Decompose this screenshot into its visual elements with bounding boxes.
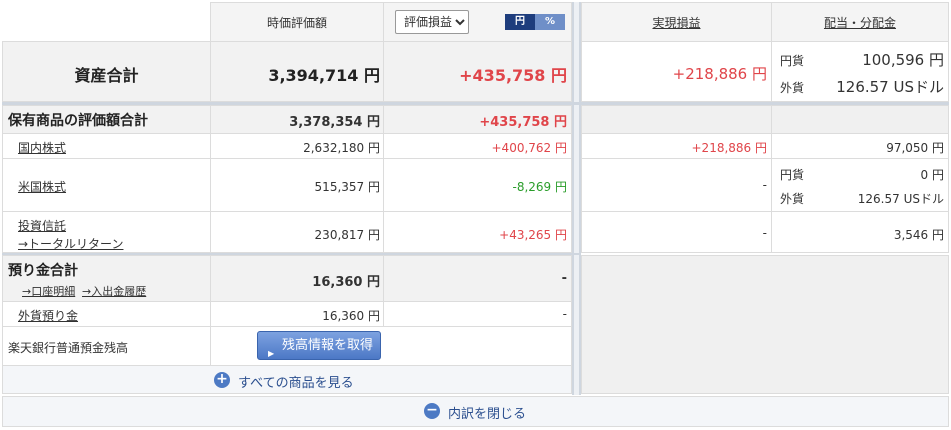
vertical-separator-line xyxy=(572,2,574,395)
show-all-link[interactable]: すべての商品を見る xyxy=(238,372,354,391)
fund-market-value: 230,817 円 xyxy=(314,228,380,242)
deposit-top-separator xyxy=(2,253,581,255)
toggle-yen[interactable]: 円 xyxy=(505,14,535,30)
fx-deposit-pnl: - xyxy=(562,307,567,321)
bank-label: 楽天銀行普通預金残高 xyxy=(8,341,129,355)
account-detail-link[interactable]: →口座明細 xyxy=(22,283,75,299)
holdings-market-value: 3,378,354 円 xyxy=(289,115,380,130)
us-market-value: 515,357 円 xyxy=(314,180,380,194)
deposit-label: 預り金合計 xyxy=(8,263,78,279)
deposit-market-value: 16,360 円 xyxy=(312,275,380,290)
vertical-separator-line-right xyxy=(579,2,581,395)
fund-realized: - xyxy=(762,226,767,240)
holdings-pnl: +435,758 円 xyxy=(479,115,567,130)
domestic-dividend: 97,050 円 xyxy=(886,141,944,155)
us-link[interactable]: 米国株式 xyxy=(18,178,66,195)
domestic-pnl: +400,762 円 xyxy=(491,141,568,155)
fund-dividend: 3,546 円 xyxy=(893,228,944,242)
deposit-history-link[interactable]: →入出金履歴 xyxy=(82,283,146,299)
minus-circle-icon[interactable]: − xyxy=(424,403,440,419)
total-div-yen-value: 100,596 円 xyxy=(862,51,944,69)
us-pnl: -8,269 円 xyxy=(512,180,568,194)
fund-total-return-link[interactable]: →トータルリターン xyxy=(18,235,123,252)
close-breakdown-link[interactable]: 内訳を閉じる xyxy=(448,403,526,422)
fx-deposit-market-value: 16,360 円 xyxy=(322,309,380,323)
header-market-value: 時価評価額 xyxy=(266,16,327,30)
total-div-fx-value: 126.57 USドル xyxy=(836,78,944,96)
toggle-pct[interactable]: % xyxy=(535,14,565,30)
fund-link[interactable]: 投資信託 xyxy=(18,217,66,234)
header-dividend-link[interactable]: 配当・分配金 xyxy=(771,14,949,31)
get-balance-button[interactable]: ▶ 残高情報を取得 xyxy=(257,331,381,360)
right-empty-area xyxy=(581,255,949,394)
domestic-link[interactable]: 国内株式 xyxy=(18,139,66,156)
total-label: 資産合計 xyxy=(74,66,139,85)
total-pnl: +435,758 円 xyxy=(459,66,567,85)
domestic-market-value: 2,632,180 円 xyxy=(303,141,380,155)
total-realized: +218,886 円 xyxy=(672,65,767,83)
us-realized: - xyxy=(762,178,767,192)
header-realized-link[interactable]: 実現損益 xyxy=(581,14,772,31)
header-empty-cell xyxy=(2,2,211,42)
get-balance-label: 残高情報を取得 xyxy=(282,338,374,353)
domestic-realized: +218,886 円 xyxy=(691,141,768,155)
fx-deposit-link[interactable]: 外貨預り金 xyxy=(18,307,78,324)
deposit-pnl: - xyxy=(561,271,567,286)
fund-pnl: +43,265 円 xyxy=(499,228,567,242)
total-market-value: 3,394,714 円 xyxy=(268,66,380,85)
total-bottom-separator xyxy=(2,102,949,105)
yen-pct-toggle[interactable]: 円 % xyxy=(505,14,565,30)
us-div-fx-value: 126.57 USドル xyxy=(857,192,944,206)
holdings-dividend-cell xyxy=(771,105,949,134)
us-div-yen-value: 0 円 xyxy=(920,168,944,182)
holdings-realized-cell xyxy=(581,105,772,134)
holdings-label: 保有商品の評価額合計 xyxy=(8,113,148,129)
play-icon: ▶ xyxy=(268,349,275,358)
unit-select[interactable]: 評価損益 xyxy=(395,10,469,34)
plus-circle-icon[interactable]: + xyxy=(214,372,230,388)
